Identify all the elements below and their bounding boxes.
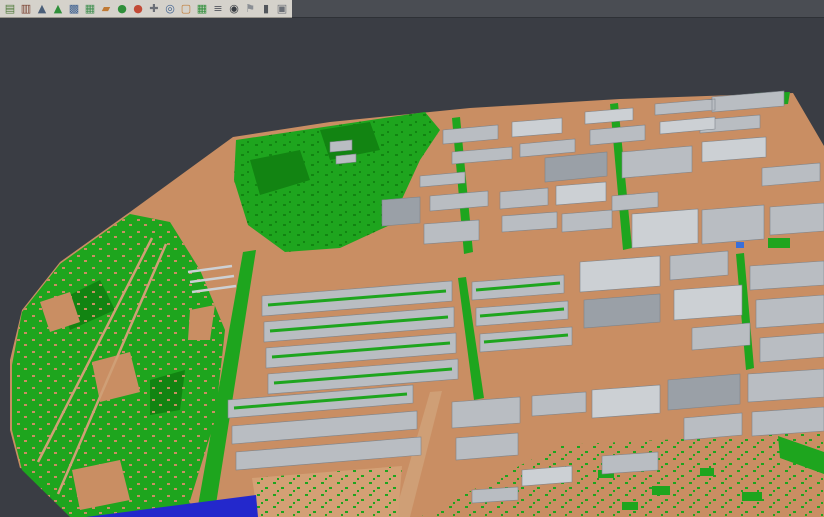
elevation-palette-icon[interactable]: ▰ bbox=[99, 1, 114, 16]
start-tool-icon[interactable]: ● bbox=[115, 1, 130, 16]
grid-overlay-icon[interactable]: ▦ bbox=[195, 1, 210, 16]
globe-view-icon[interactable]: ◉ bbox=[227, 1, 242, 16]
point-cloud-render[interactable] bbox=[0, 0, 824, 517]
open-project-icon[interactable]: ▤ bbox=[3, 1, 18, 16]
stop-tool-icon[interactable]: ● bbox=[131, 1, 146, 16]
point-cloud-icon[interactable]: ▩ bbox=[67, 1, 82, 16]
terrain-layer-icon[interactable]: ▲ bbox=[51, 1, 66, 16]
settings-icon[interactable]: ✚ bbox=[147, 1, 162, 16]
application-window: ▤ ▥ ▲ ▲ ▩ ▦ ▰ ● ● ✚ ◎ ▢ ▦ ≡ ◉ ⚑ ▮ ▣ bbox=[0, 0, 824, 517]
screenshot-icon[interactable]: ▣ bbox=[275, 1, 290, 16]
blue-object bbox=[736, 242, 744, 248]
crop-region-icon[interactable]: ▢ bbox=[179, 1, 194, 16]
zoom-window-icon[interactable]: ◎ bbox=[163, 1, 178, 16]
marker-flag-icon[interactable]: ⚑ bbox=[243, 1, 258, 16]
toolbar-icons: ▤ ▥ ▲ ▲ ▩ ▦ ▰ ● ● ✚ ◎ ▢ ▦ ≡ ◉ ⚑ ▮ ▣ bbox=[0, 0, 292, 18]
save-project-icon[interactable]: ▥ bbox=[19, 1, 34, 16]
toolbar-spacer bbox=[292, 0, 824, 18]
toolbar: ▤ ▥ ▲ ▲ ▩ ▦ ▰ ● ● ✚ ◎ ▢ ▦ ≡ ◉ ⚑ ▮ ▣ bbox=[0, 0, 824, 18]
3d-viewport[interactable] bbox=[0, 0, 824, 517]
histogram-icon[interactable]: ▮ bbox=[259, 1, 274, 16]
mesh-view-icon[interactable]: ▲ bbox=[35, 1, 50, 16]
layer-list-icon[interactable]: ≡ bbox=[211, 1, 226, 16]
classification-palette-icon[interactable]: ▦ bbox=[83, 1, 98, 16]
